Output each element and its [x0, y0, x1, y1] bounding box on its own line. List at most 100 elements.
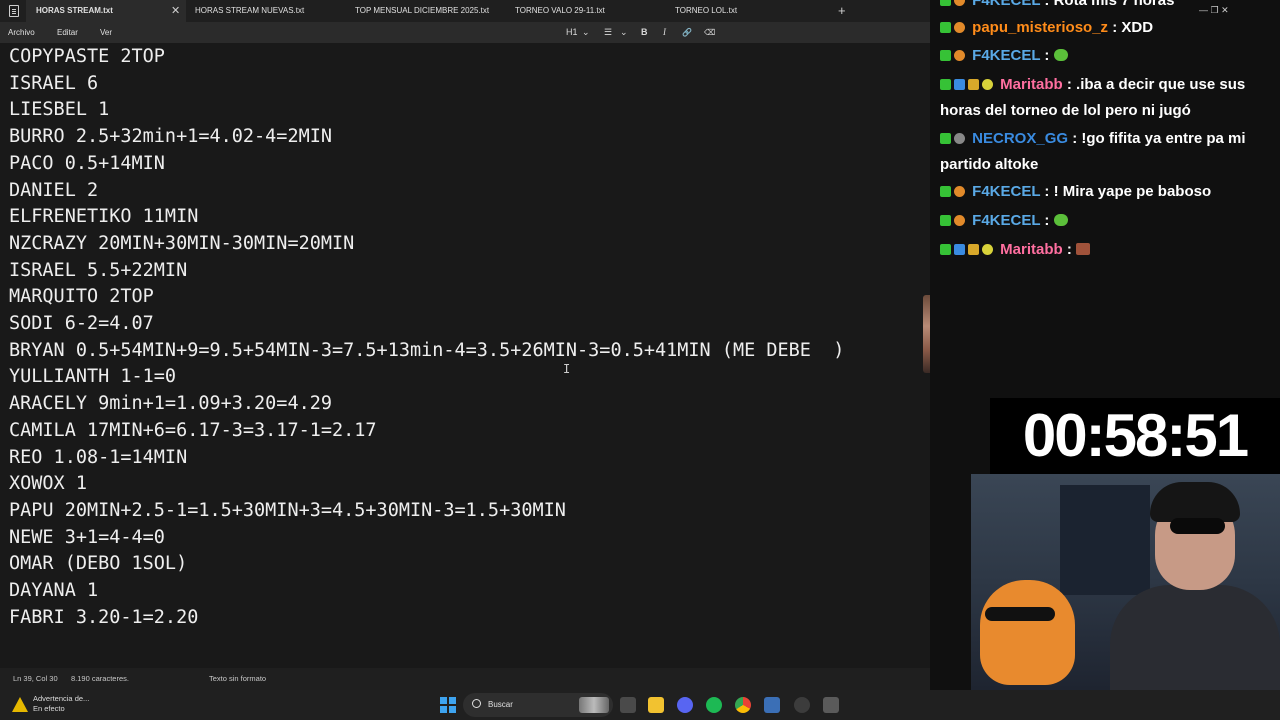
badge-icon: [982, 79, 993, 90]
menu-editar[interactable]: Editar: [57, 22, 78, 43]
menu-ver[interactable]: Ver: [100, 22, 112, 43]
chat-text: :: [1044, 212, 1050, 229]
search-highlight-thumbnail: [579, 697, 609, 713]
text-line[interactable]: DANIEL 2: [9, 178, 98, 204]
badge-icon: [954, 244, 965, 255]
text-line[interactable]: PACO 0.5+14MIN: [9, 151, 165, 177]
tab-top-mensual[interactable]: TOP MENSUAL DICIEMBRE 2025.txt: [355, 0, 489, 22]
text-line[interactable]: REO 1.08-1=14MIN: [9, 445, 187, 471]
badge-icon: [940, 22, 951, 33]
tab-horas-stream[interactable]: HORAS STREAM.txt: [26, 0, 186, 22]
badge-icon: [954, 0, 965, 6]
text-line[interactable]: MARQUITO 2TOP: [9, 284, 154, 310]
chat-username: F4KECEL: [972, 183, 1041, 200]
text-line[interactable]: SODI 6-2=4.07: [9, 311, 154, 337]
text-line[interactable]: NEWE 3+1=4-4=0: [9, 525, 165, 551]
text-line[interactable]: OMAR (DEBO 1SOL): [9, 551, 187, 577]
link-icon[interactable]: 🔗: [682, 22, 692, 43]
heading-dropdown[interactable]: H1: [566, 22, 578, 43]
text-format: Texto sin formato: [209, 674, 267, 683]
emote-icon: [1053, 214, 1068, 226]
chat-text: : XDD: [1112, 19, 1154, 36]
spotify-icon[interactable]: [706, 697, 722, 713]
warning-subtitle: En efecto: [33, 704, 65, 713]
badge-icon: [954, 186, 965, 197]
text-line[interactable]: ELFRENETIKO 11MIN: [9, 204, 198, 230]
emote-icon: [1076, 243, 1091, 255]
plush-sunglasses: [985, 607, 1055, 621]
text-line[interactable]: ISRAEL 6: [9, 71, 98, 97]
badge-icon: [940, 79, 951, 90]
tab-horas-stream-nuevas[interactable]: HORAS STREAM NUEVAS.txt: [195, 0, 304, 22]
badge-icon: [954, 79, 965, 90]
list-chevron-down-icon[interactable]: ⌄: [620, 22, 628, 43]
badge-icon: [940, 215, 951, 226]
chat-text: :: [1066, 241, 1072, 258]
new-tab-icon[interactable]: +: [838, 0, 846, 22]
text-line[interactable]: COPYPASTE 2TOP: [9, 44, 165, 70]
calculator-icon[interactable]: [823, 697, 839, 713]
tab-torneo-valo[interactable]: TORNEO VALO 29-11.txt: [515, 0, 605, 22]
menu-bar: Archivo Editar Ver H1 ⌄ ☰ ⌄ B I 🔗 ⌫: [0, 22, 930, 43]
chat-message: NECROX_GG : !go fifita ya entre pa mi pa…: [940, 126, 1275, 178]
tab-bar: HORAS STREAM.txt ✕ HORAS STREAM NUEVAS.t…: [0, 0, 930, 22]
text-line[interactable]: DAYANA 1: [9, 578, 98, 604]
text-line[interactable]: LIESBEL 1: [9, 97, 109, 123]
clear-format-icon[interactable]: ⌫: [704, 22, 715, 43]
text-line[interactable]: PAPU 20MIN+2.5-1=1.5+30MIN+3=4.5+30MIN-3…: [9, 498, 566, 524]
chat-text: : Rota mis 7 horas: [1044, 0, 1175, 9]
chrome-icon[interactable]: [735, 697, 751, 713]
text-line[interactable]: XOWOX 1: [9, 471, 87, 497]
status-bar: Ln 39, Col 30 8.190 caracteres. Texto si…: [0, 668, 930, 690]
text-line[interactable]: BURRO 2.5+32min+1=4.02-4=2MIN: [9, 124, 332, 150]
chat-username: F4KECEL: [972, 212, 1041, 229]
char-count: 8.190 caracteres.: [71, 674, 129, 683]
task-view-icon[interactable]: [620, 697, 636, 713]
chat-message: F4KECEL :: [940, 43, 1275, 69]
text-editor[interactable]: COPYPASTE 2TOP ISRAEL 6 LIESBEL 1 BURRO 2.5…: [0, 43, 930, 668]
warning-notification[interactable]: Advertencia de... En efecto: [33, 694, 89, 714]
streamer-body: [1110, 585, 1280, 690]
bold-button[interactable]: B: [641, 22, 648, 43]
chat-username: Maritabb: [1000, 76, 1063, 93]
badge-icon: [954, 215, 965, 226]
badge-icon: [968, 244, 979, 255]
chat-message: F4KECEL : ! Mira yape pe baboso: [940, 179, 1275, 205]
stream-timer: 00:58:51: [990, 398, 1280, 474]
plush-toy: [980, 580, 1075, 685]
badge-icon: [954, 50, 965, 61]
chat-username: papu_misterioso_z: [972, 19, 1109, 36]
text-line[interactable]: YULLIANTH 1-1=0: [9, 364, 176, 390]
text-line[interactable]: BRYAN 0.5+54MIN+9=9.5+54MIN-3=7.5+13min-…: [9, 338, 844, 364]
discord-icon[interactable]: [677, 697, 693, 713]
badge-icon: [940, 50, 951, 61]
windows-start-icon[interactable]: [440, 697, 456, 713]
search-icon: [472, 699, 481, 708]
badge-icon: [940, 186, 951, 197]
menu-archivo[interactable]: Archivo: [8, 22, 35, 43]
warning-icon[interactable]: [12, 697, 28, 712]
chat-username: F4KECEL: [972, 47, 1041, 64]
list-icon[interactable]: ☰: [604, 22, 612, 43]
chat-username: F4KECEL: [972, 0, 1041, 9]
chat-message: F4KECEL : Rota mis 7 horas: [940, 0, 1275, 14]
heading-chevron-down-icon[interactable]: ⌄: [582, 22, 590, 43]
notepad-taskbar-icon[interactable]: [764, 697, 780, 713]
file-explorer-icon[interactable]: [648, 697, 664, 713]
text-line[interactable]: FABRI 3.20-1=2.20: [9, 605, 198, 631]
chat-message: papu_misterioso_z : XDD: [940, 15, 1275, 41]
italic-button[interactable]: I: [663, 22, 666, 43]
emote-icon: [1053, 49, 1068, 61]
text-line[interactable]: CAMILA 17MIN+6=6.17-3=3.17-1=2.17: [9, 418, 377, 444]
tab-torneo-lol[interactable]: TORNEO LOL.txt: [675, 0, 737, 22]
text-line[interactable]: NZCRAZY 20MIN+30MIN-30MIN=20MIN: [9, 231, 354, 257]
tab-close-icon[interactable]: ✕: [171, 0, 180, 22]
chat-message: Maritabb :: [940, 237, 1275, 263]
search-label: Buscar: [488, 700, 513, 709]
chat-text: :: [1044, 47, 1050, 64]
badge-icon: [940, 133, 951, 144]
text-line[interactable]: ARACELY 9min+1=1.09+3.20=4.29: [9, 391, 332, 417]
obs-icon[interactable]: [794, 697, 810, 713]
text-cursor-icon: I: [563, 362, 571, 376]
text-line[interactable]: ISRAEL 5.5+22MIN: [9, 258, 187, 284]
